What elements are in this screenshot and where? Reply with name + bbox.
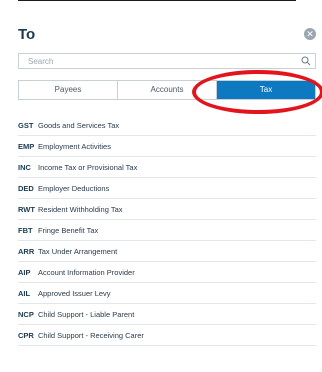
list-item[interactable]: EMP Employment Activities [18,136,316,157]
tax-code: ARR [18,246,35,256]
tax-label: Employment Activities [38,141,111,151]
close-icon[interactable]: ✕ [304,28,316,40]
list-item[interactable]: RWT Resident Withholding Tax [18,199,316,220]
tax-code: GST [18,120,34,130]
tax-code: DED [18,183,34,193]
tax-label: Fringe Benefit Tax [38,225,99,235]
list-item[interactable]: FBT Fringe Benefit Tax [18,220,316,241]
list-item[interactable]: ARR Tax Under Arrangement [18,241,316,262]
tax-code: NCP [18,309,34,319]
list-item[interactable]: CPR Child Support - Receiving Carer [18,325,316,346]
top-divider [18,0,296,1]
tab-accounts[interactable]: Accounts [118,81,217,99]
tax-label: Income Tax or Provisional Tax [38,162,138,172]
tax-label: Child Support - Liable Parent [38,309,135,319]
tax-label: Resident Withholding Tax [38,204,123,214]
list-item[interactable]: GST Goods and Services Tax [18,114,316,136]
tax-label: Approved Issuer Levy [38,288,111,298]
tax-label: Child Support - Receiving Carer [38,330,144,340]
tax-code: CPR [18,330,34,340]
search-icon[interactable] [301,56,311,66]
search-input[interactable]: Search [18,53,316,69]
search-placeholder: Search [28,57,54,66]
tax-label: Employer Deductions [38,183,110,193]
list-item[interactable]: DED Employer Deductions [18,178,316,199]
tab-bar: Payees Accounts Tax [18,80,316,100]
list-item[interactable]: NCP Child Support - Liable Parent [18,304,316,325]
tax-code: RWT [18,204,35,214]
tax-code: INC [18,162,31,172]
tab-tax[interactable]: Tax [217,81,315,99]
list-item[interactable]: AIL Approved Issuer Levy [18,283,316,304]
tax-code: EMP [18,141,35,151]
list-item[interactable]: AIP Account Information Provider [18,262,316,283]
tax-label: Account Information Provider [38,267,135,277]
tax-label: Tax Under Arrangement [38,246,118,256]
tab-payees[interactable]: Payees [19,81,118,99]
dialog-title: To [18,26,36,43]
tax-code: AIL [18,288,31,298]
tax-label: Goods and Services Tax [38,120,120,130]
tax-code: AIP [18,267,31,277]
tax-code: FBT [18,225,33,235]
list-item[interactable]: INC Income Tax or Provisional Tax [18,157,316,178]
tax-type-list: GST Goods and Services Tax EMP Employment … [18,114,316,346]
